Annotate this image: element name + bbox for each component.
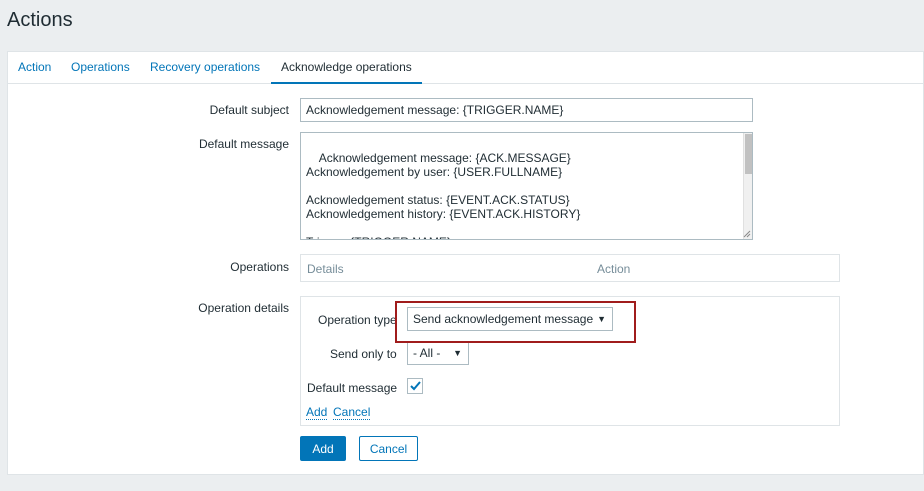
send-only-to-select[interactable]: - All - ▼ (407, 341, 469, 365)
default-message-textarea[interactable]: Acknowledgement message: {ACK.MESSAGE} A… (300, 132, 753, 240)
action-form-panel: Action Operations Recovery operations Ac… (7, 51, 924, 475)
textarea-scrollbar[interactable] (743, 133, 752, 239)
page-title: Actions (7, 9, 73, 31)
chevron-down-icon: ▼ (453, 348, 462, 358)
page-header: Actions (0, 0, 924, 41)
operation-type-label: Operation type (318, 313, 397, 327)
highlight-annotation (395, 301, 636, 343)
default-message-text: Acknowledgement message: {ACK.MESSAGE} A… (306, 151, 581, 239)
default-subject-label: Default subject (209, 103, 289, 117)
tab-operations[interactable]: Operations (61, 52, 140, 84)
cancel-operation-link[interactable]: Cancel (333, 406, 371, 420)
add-operation-link[interactable]: Add (306, 406, 328, 420)
operations-label: Operations (230, 260, 289, 274)
tab-acknowledge-operations[interactable]: Acknowledge operations (271, 52, 422, 84)
default-message-label: Default message (198, 137, 289, 151)
scrollbar-thumb[interactable] (745, 134, 752, 174)
operation-details-label: Operation details (198, 301, 289, 315)
ops-column-action: Action (597, 262, 631, 276)
add-button[interactable]: Add (300, 436, 346, 461)
send-only-to-label: Send only to (330, 347, 397, 361)
default-message-checkbox[interactable] (407, 378, 423, 394)
tab-recovery-operations[interactable]: Recovery operations (140, 52, 270, 84)
tab-action[interactable]: Action (8, 52, 61, 84)
send-only-to-value: - All - (413, 346, 441, 360)
default-subject-input[interactable] (300, 98, 753, 122)
default-message-checkbox-label: Default message (307, 381, 398, 395)
checkmark-icon (410, 381, 421, 391)
ops-column-details: Details (307, 262, 344, 276)
tab-bar: Action Operations Recovery operations Ac… (8, 52, 923, 84)
cancel-button[interactable]: Cancel (359, 436, 418, 461)
operations-table: Details Action (300, 254, 840, 282)
resize-grip-icon[interactable] (743, 230, 751, 238)
